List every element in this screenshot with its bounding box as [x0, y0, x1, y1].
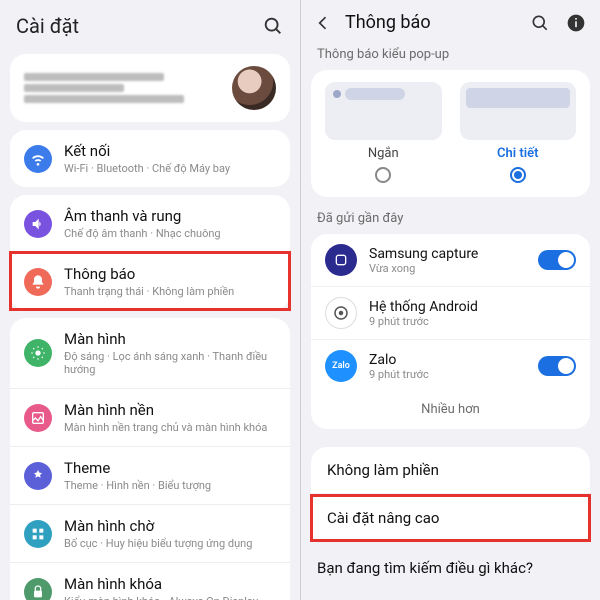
row-label: Màn hình khóa	[64, 575, 258, 593]
style-name: Chi tiết	[497, 146, 538, 161]
row-sub: Bố cục · Huy hiệu biểu tượng ứng dụng	[64, 537, 252, 550]
row-sound[interactable]: Âm thanh và rung Chế độ âm thanh · Nhạc c…	[10, 195, 290, 252]
row-label: Màn hình	[64, 330, 276, 348]
info-icon[interactable]	[566, 13, 586, 33]
row-sub: Chế độ âm thanh · Nhạc chuông	[64, 227, 221, 240]
row-label: Màn hình nền	[64, 401, 267, 419]
app-icon-zalo: Zalo	[325, 350, 357, 382]
app-icon-android	[325, 297, 357, 329]
search-icon[interactable]	[262, 15, 284, 37]
avatar	[232, 66, 276, 110]
app-row-samsung[interactable]: Samsung captureVừa xong	[311, 234, 590, 286]
sound-icon	[24, 210, 52, 238]
style-preview-detail	[460, 82, 577, 140]
bell-icon	[24, 268, 52, 296]
row-sub: Thanh trạng thái · Không làm phiền	[64, 285, 234, 298]
row-sub: Theme · Hình nền · Biểu tượng	[64, 479, 211, 492]
settings-title: Cài đặt	[16, 14, 79, 38]
radio-detail[interactable]	[510, 167, 526, 183]
row-lockscreen[interactable]: Màn hình khóa Kiểu màn hình khóa · Always…	[10, 562, 290, 600]
home-icon	[24, 520, 52, 548]
row-sub: Màn hình nền trang chủ và màn hình khóa	[64, 421, 267, 434]
style-detail[interactable]: Chi tiết	[460, 82, 577, 183]
row-connections[interactable]: Kết nối Wi-Fi · Bluetooth · Chế độ Máy ba…	[10, 130, 290, 187]
row-label: Thông báo	[64, 265, 234, 283]
row-label: Kết nối	[64, 142, 230, 160]
app-icon-samsung	[325, 244, 357, 276]
recent-apps-card: Samsung captureVừa xong Hệ thống Android…	[311, 234, 590, 429]
row-label: Màn hình chờ	[64, 517, 252, 535]
search-icon[interactable]	[530, 13, 550, 33]
popup-style-card: Ngắn Chi tiết	[311, 70, 590, 197]
lock-icon	[24, 578, 52, 600]
toggle-samsung[interactable]	[538, 250, 576, 270]
row-notifications[interactable]: Thông báo Thanh trạng thái · Không làm ph…	[10, 252, 290, 310]
app-row-zalo[interactable]: Zalo Zalo9 phút trước	[311, 339, 590, 392]
profile-text	[24, 70, 220, 106]
row-display[interactable]: Màn hình Độ sáng · Lọc ánh sáng xanh · Th…	[10, 318, 290, 388]
row-label: Theme	[64, 459, 211, 477]
app-sub: Vừa xong	[369, 262, 526, 275]
back-icon[interactable]	[313, 13, 333, 33]
row-homescreen[interactable]: Màn hình chờ Bố cục · Huy hiệu biểu tượng…	[10, 504, 290, 562]
item-advanced[interactable]: Cài đặt nâng cao	[311, 495, 590, 541]
notifications-title: Thông báo	[345, 12, 518, 33]
row-theme[interactable]: Theme Theme · Hình nền · Biểu tượng	[10, 446, 290, 504]
style-preview-short	[325, 82, 442, 140]
radio-short[interactable]	[375, 167, 391, 183]
profile-card[interactable]	[10, 54, 290, 122]
app-sub: 9 phút trước	[369, 315, 576, 328]
row-sub: Wi-Fi · Bluetooth · Chế độ Máy bay	[64, 162, 230, 175]
popup-section-label: Thông báo kiểu pop-up	[301, 41, 600, 66]
footer-question: Bạn đang tìm kiếm điều gì khác?	[301, 543, 600, 593]
row-wallpaper[interactable]: Màn hình nền Màn hình nền trang chủ và mà…	[10, 388, 290, 446]
app-name: Hệ thống Android	[369, 299, 576, 315]
wifi-icon	[24, 145, 52, 173]
item-dnd[interactable]: Không làm phiền	[311, 447, 590, 493]
wallpaper-icon	[24, 404, 52, 432]
display-icon	[24, 339, 52, 367]
recent-section-label: Đã gửi gần đây	[301, 205, 600, 230]
app-name: Samsung capture	[369, 246, 526, 262]
row-sub: Kiểu màn hình khóa · Always On Display	[64, 595, 258, 600]
style-short[interactable]: Ngắn	[325, 82, 442, 183]
toggle-zalo[interactable]	[538, 356, 576, 376]
app-name: Zalo	[369, 352, 526, 368]
more-button[interactable]: Nhiều hơn	[311, 392, 590, 429]
app-row-android[interactable]: Hệ thống Android9 phút trước	[311, 286, 590, 339]
row-label: Âm thanh và rung	[64, 207, 221, 225]
theme-icon	[24, 462, 52, 490]
row-sub: Độ sáng · Lọc ánh sáng xanh · Thanh điều…	[64, 350, 276, 376]
app-sub: 9 phút trước	[369, 368, 526, 381]
style-name: Ngắn	[368, 146, 399, 161]
